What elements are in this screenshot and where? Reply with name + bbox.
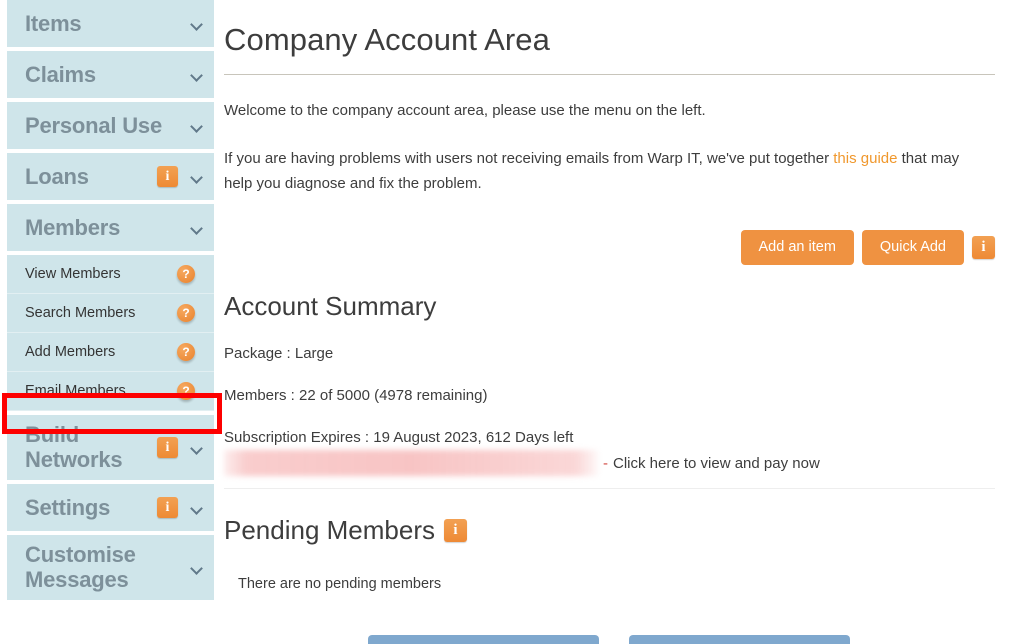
sidebar-group-personal-use: Personal Use xyxy=(0,102,214,149)
chevron-down-icon[interactable] xyxy=(190,221,204,235)
sidebar-item-items[interactable]: Items xyxy=(7,0,214,47)
sidebar-item-label: Build Networks xyxy=(25,421,123,472)
sidebar-item-label: Items xyxy=(25,10,82,36)
account-summary-heading-label: Account Summary xyxy=(224,291,437,322)
subscription-line: Subscription Expires : 19 August 2023, 6… xyxy=(224,429,574,447)
sidebar-group-items: Items xyxy=(0,0,214,47)
sidebar-group-loans: Loans i xyxy=(0,153,214,200)
sidebar-item-view-members[interactable]: View Members ? xyxy=(7,255,214,294)
quick-add-button[interactable]: Quick Add xyxy=(861,229,964,266)
sidebar-group-settings: Settings i xyxy=(0,484,214,531)
sidebar-group-customise-messages: Customise Messages xyxy=(0,535,214,600)
sidebar-item-label: Personal Use xyxy=(25,112,163,138)
sidebar-item-build-networks[interactable]: Build Networks i xyxy=(7,415,214,480)
email-help-text: If you are having problems with users no… xyxy=(224,147,969,196)
help-icon[interactable]: ? xyxy=(177,304,195,322)
sidebar-item-email-members[interactable]: Email Members ? xyxy=(7,372,214,411)
sidebar-item-add-members[interactable]: Add Members ? xyxy=(7,333,214,372)
info-icon[interactable]: i xyxy=(157,166,178,187)
help-icon[interactable]: ? xyxy=(177,265,195,283)
pay-now-text[interactable]: Click here to view and pay now xyxy=(613,455,820,472)
this-guide-link[interactable]: this guide xyxy=(833,150,897,167)
sidebar-item-label: Settings xyxy=(25,494,111,520)
package-line: Package : Large xyxy=(224,345,334,363)
email-help-prefix: If you are having problems with users no… xyxy=(224,150,834,168)
sidebar-item-customise-messages[interactable]: Customise Messages xyxy=(7,535,214,600)
sidebar-subitem-label: View Members xyxy=(25,266,121,282)
bottom-button-secondary[interactable] xyxy=(629,635,850,644)
info-icon[interactable]: i xyxy=(444,519,467,543)
chevron-down-icon[interactable] xyxy=(190,501,204,515)
sidebar-group-build-networks: Build Networks i xyxy=(0,415,214,480)
pending-members-heading-label: Pending Members xyxy=(224,515,435,546)
app-root: Items Claims Personal Use Loans i Member… xyxy=(0,0,1019,644)
chevron-down-icon[interactable] xyxy=(190,441,204,455)
payment-row: - Click here to view and pay now xyxy=(224,450,995,477)
sidebar-item-label: Claims xyxy=(25,61,96,87)
sidebar-item-members[interactable]: Members xyxy=(7,204,214,251)
info-icon[interactable]: i xyxy=(972,236,995,260)
sidebar-subitem-label: Search Members xyxy=(25,305,136,321)
welcome-text: Welcome to the company account area, ple… xyxy=(224,102,706,119)
help-icon[interactable]: ? xyxy=(177,382,195,400)
bottom-button-primary[interactable] xyxy=(368,635,599,644)
members-line: Members : 22 of 5000 (4978 remaining) xyxy=(224,387,488,405)
sidebar-item-search-members[interactable]: Search Members ? xyxy=(7,294,214,333)
sidebar-item-label: Loans xyxy=(25,163,89,189)
title-divider xyxy=(224,74,995,75)
info-icon[interactable]: i xyxy=(157,437,178,458)
chevron-down-icon[interactable] xyxy=(190,17,204,31)
pending-empty-text: There are no pending members xyxy=(238,576,442,593)
payment-dash: - xyxy=(603,454,608,472)
chevron-down-icon[interactable] xyxy=(190,561,204,575)
info-icon[interactable]: i xyxy=(157,497,178,518)
redacted-invoice-block xyxy=(224,450,598,477)
sidebar-subitem-label: Add Members xyxy=(25,344,116,360)
sidebar-group-members: Members xyxy=(0,204,214,251)
sidebar-item-loans[interactable]: Loans i xyxy=(7,153,214,200)
sidebar-nav: Items Claims Personal Use Loans i Member… xyxy=(0,0,222,644)
main-content: Company Account Area Welcome to the comp… xyxy=(214,0,1019,644)
add-an-item-button[interactable]: Add an item xyxy=(740,229,854,266)
chevron-down-icon[interactable] xyxy=(190,68,204,82)
page-title: Company Account Area xyxy=(224,22,550,57)
sidebar-subitem-label: Email Members xyxy=(25,383,126,399)
account-summary-heading: Account Summary xyxy=(224,291,995,322)
sidebar-group-claims: Claims xyxy=(0,51,214,98)
chevron-down-icon[interactable] xyxy=(190,170,204,184)
sidebar-item-label: Customise Messages xyxy=(25,541,136,592)
action-button-row: Add an item Quick Add i xyxy=(224,229,995,266)
sidebar-submenu-members: View Members ? Search Members ? Add Memb… xyxy=(0,255,214,411)
sidebar-item-label: Members xyxy=(25,214,121,240)
pending-divider xyxy=(224,488,995,490)
sidebar-item-settings[interactable]: Settings i xyxy=(7,484,214,531)
sidebar-item-personal-use[interactable]: Personal Use xyxy=(7,102,214,149)
bottom-button-row xyxy=(368,635,850,644)
sidebar-item-claims[interactable]: Claims xyxy=(7,51,214,98)
help-icon[interactable]: ? xyxy=(177,343,195,361)
chevron-down-icon[interactable] xyxy=(190,119,204,133)
pending-members-heading: Pending Members i xyxy=(224,515,995,546)
